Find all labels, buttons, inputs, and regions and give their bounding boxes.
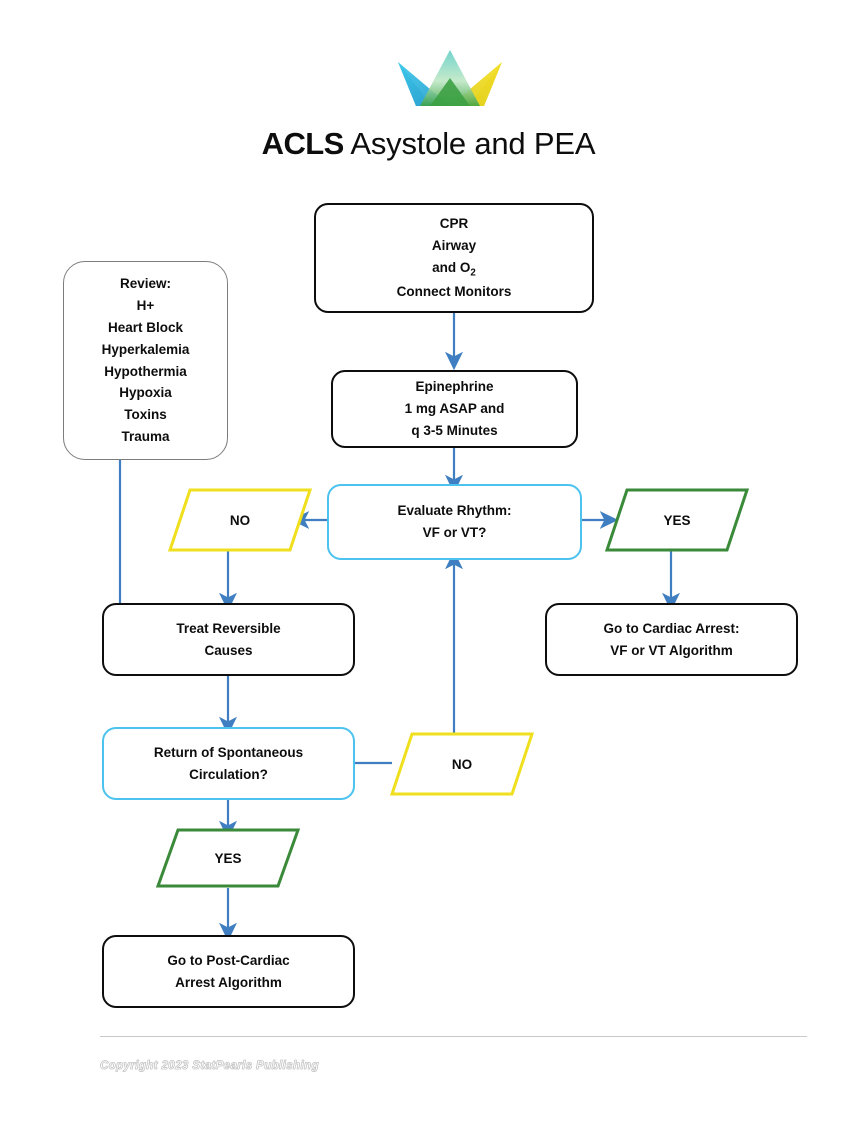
title-subject: Asystole and PEA bbox=[343, 126, 596, 161]
node-rosc: Return of Spontaneous Circulation? bbox=[102, 727, 355, 800]
node-cardiac-arrest: Go to Cardiac Arrest: VF or VT Algorithm bbox=[545, 603, 798, 676]
node-review-line-3: Hyperkalemia bbox=[101, 341, 190, 357]
node-treat-reversible-line-0: Treat Reversible bbox=[176, 620, 281, 636]
node-treat-reversible-line-1: Causes bbox=[204, 642, 253, 658]
node-yes-rosc-label: YES bbox=[214, 850, 242, 866]
node-evaluate-rhythm-line-0: Evaluate Rhythm: bbox=[397, 503, 512, 519]
node-review: Review: H+ Heart Block Hyperkalemia Hypo… bbox=[63, 261, 228, 460]
node-post-cardiac-line-0: Go to Post-Cardiac bbox=[167, 952, 290, 968]
node-cpr-line-2: and O2 bbox=[432, 259, 476, 279]
node-epinephrine-line-2: q 3-5 Minutes bbox=[411, 422, 498, 438]
statpearls-crown-icon bbox=[398, 50, 502, 106]
node-epinephrine-line-1: 1 mg ASAP and bbox=[404, 401, 505, 417]
node-evaluate-rhythm-line-1: VF or VT? bbox=[422, 525, 487, 540]
node-review-line-2: Heart Block bbox=[107, 319, 184, 335]
node-cardiac-arrest-line-1: VF or VT Algorithm bbox=[610, 642, 733, 658]
node-no-rosc-label: NO bbox=[451, 756, 473, 772]
node-yes-rhythm-label: YES bbox=[663, 512, 691, 528]
node-cpr-line-0: CPR bbox=[439, 216, 469, 231]
node-review-line-1: H+ bbox=[136, 297, 155, 313]
copyright-notice: Copyright 2023 StatPearls Publishing bbox=[100, 1060, 319, 1073]
footer-divider bbox=[100, 1036, 807, 1037]
node-rosc-line-1: Circulation? bbox=[189, 766, 268, 782]
node-no-rhythm-label: NO bbox=[229, 512, 251, 528]
node-review-line-4: Hypothermia bbox=[104, 363, 187, 379]
node-yes-rosc: YES bbox=[156, 828, 300, 888]
node-post-cardiac-line-1: Arrest Algorithm bbox=[175, 974, 282, 990]
node-epinephrine-line-0: Epinephrine bbox=[415, 379, 494, 395]
node-yes-rhythm: YES bbox=[605, 488, 749, 552]
node-cpr: CPR Airway and O2 Connect Monitors bbox=[314, 203, 594, 313]
page-title: ACLS Asystole and PEA bbox=[0, 126, 857, 162]
node-treat-reversible: Treat Reversible Causes bbox=[102, 603, 355, 676]
node-cpr-line-3: Connect Monitors bbox=[396, 284, 512, 300]
node-review-line-7: Trauma bbox=[121, 429, 170, 445]
node-review-line-5: Hypoxia bbox=[119, 385, 172, 401]
node-review-line-0: Review: bbox=[119, 276, 172, 292]
node-cardiac-arrest-line-0: Go to Cardiac Arrest: bbox=[603, 620, 740, 636]
node-cpr-line-1: Airway bbox=[431, 237, 477, 253]
acls-asystole-pea-flowchart: ACLS Asystole and PEA CPR Airway and O2 … bbox=[0, 0, 857, 1147]
node-no-rosc: NO bbox=[390, 732, 534, 796]
node-post-cardiac: Go to Post-Cardiac Arrest Algorithm bbox=[102, 935, 355, 1008]
node-epinephrine: Epinephrine 1 mg ASAP and q 3-5 Minutes bbox=[331, 370, 578, 448]
node-no-rhythm: NO bbox=[168, 488, 312, 552]
node-evaluate-rhythm: Evaluate Rhythm: VF or VT? bbox=[327, 484, 582, 560]
node-review-line-6: Toxins bbox=[124, 407, 167, 423]
node-rosc-line-0: Return of Spontaneous bbox=[153, 744, 304, 760]
title-acls: ACLS bbox=[261, 126, 345, 161]
